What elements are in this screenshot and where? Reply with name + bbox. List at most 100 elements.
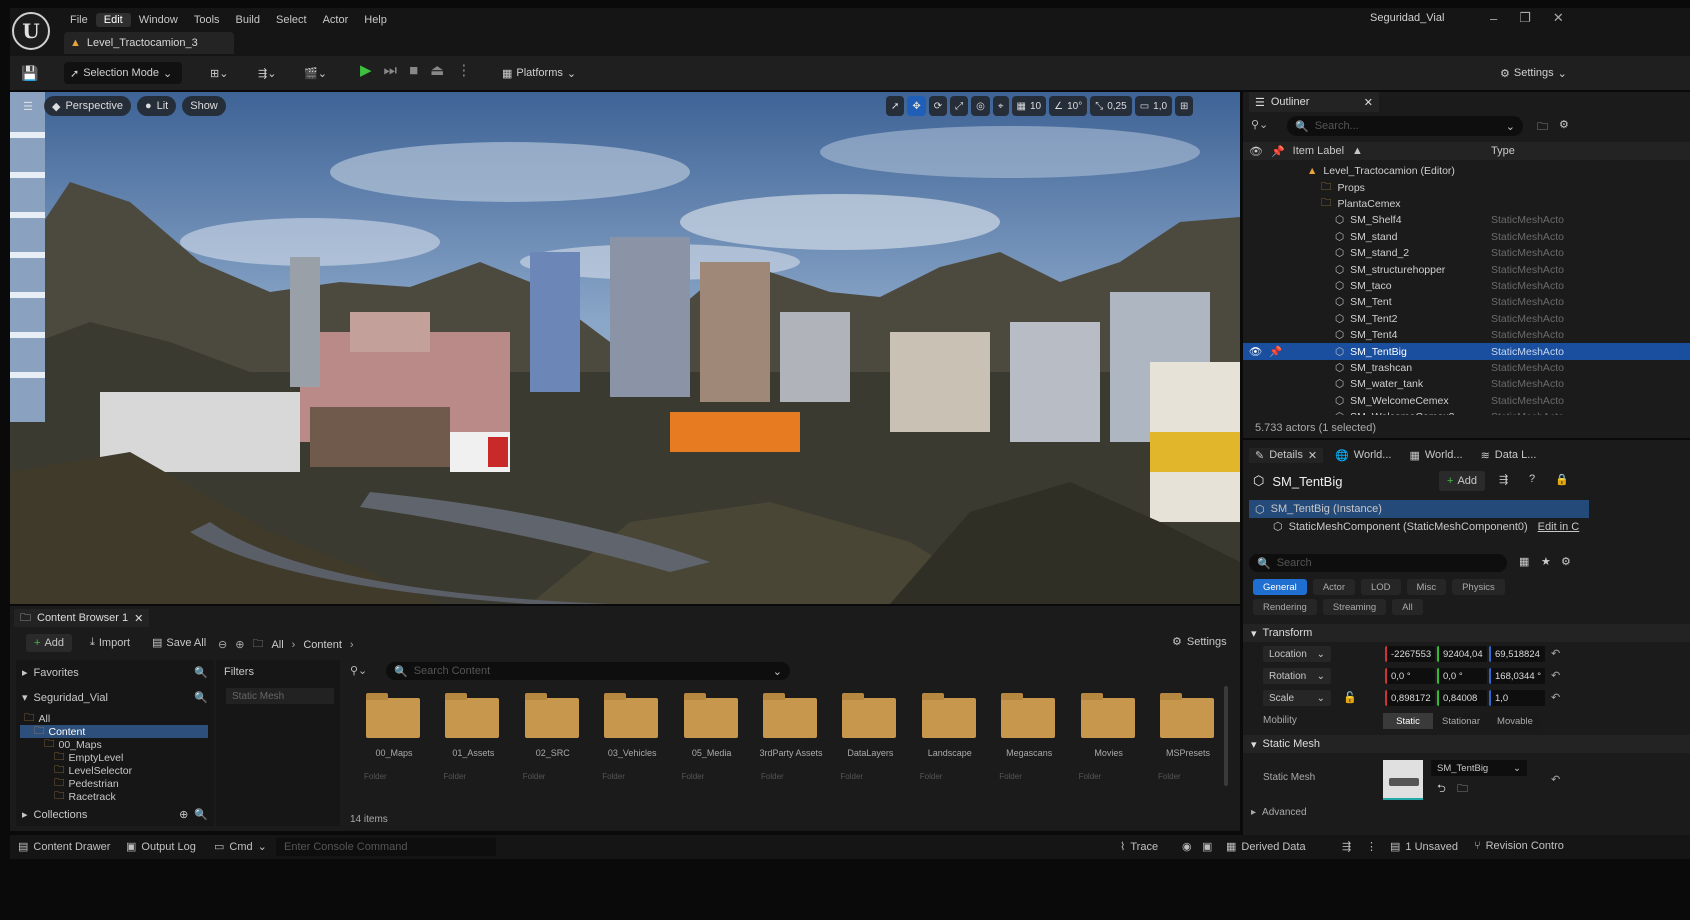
outliner-row[interactable]: ⬡ SM_water_tank StaticMeshActo [1243, 376, 1690, 392]
eject-icon[interactable]: ⏏ [430, 61, 444, 79]
scale-x-field[interactable]: 0,898172 [1385, 690, 1435, 706]
close-icon[interactable]: ✕ [1364, 96, 1373, 109]
folder-tree-item[interactable]: 🗀 EmptyLevel [20, 751, 208, 764]
category-rendering[interactable]: Rendering [1253, 599, 1317, 615]
cb-save-all-button[interactable]: ▤ Save All [152, 636, 206, 650]
asset-scrollbar[interactable] [1224, 686, 1228, 786]
outliner-row[interactable]: ⬡ SM_trashcan StaticMeshActo [1243, 360, 1690, 376]
asset-folder-tile[interactable]: 3rdParty Assets Folder [759, 692, 823, 792]
category-streaming[interactable]: Streaming [1322, 599, 1387, 615]
notification-icon[interactable]: ⇶ [1342, 840, 1351, 853]
folder-tree-item[interactable]: 🗀 Pedestrian [20, 777, 208, 790]
record-icon[interactable]: ◉ [1182, 840, 1192, 853]
blueprint-icon[interactable]: ⇶ [1499, 473, 1508, 486]
gear-icon[interactable]: ⚙ [1561, 555, 1571, 568]
breadcrumb-all[interactable]: All [271, 639, 283, 651]
close-icon[interactable]: ✕ [1308, 449, 1317, 462]
lock-icon[interactable]: 🔒 [1555, 473, 1569, 486]
static-mesh-header[interactable]: ▾ Static Mesh [1243, 735, 1690, 753]
hamburger-icon[interactable]: ☰ [18, 96, 38, 116]
component-row[interactable]: ⬡ StaticMeshComponent (StaticMeshCompone… [1273, 520, 1580, 534]
instance-row[interactable]: ⬡ SM_TentBig (Instance) [1249, 500, 1589, 518]
settings-button[interactable]: ⚙ Settings ⌄ [1494, 62, 1573, 84]
derived-data-button[interactable]: ▦ Derived Data [1226, 840, 1306, 854]
scale-dropdown[interactable]: Scale ⌄ [1263, 690, 1331, 706]
content-drawer-button[interactable]: ▤ Content Drawer [18, 840, 110, 854]
close-icon[interactable]: ✕ [1553, 10, 1564, 26]
outliner-tab[interactable]: ☰ Outliner ✕ [1249, 92, 1379, 112]
scale-z-field[interactable]: 1,0 [1489, 690, 1545, 706]
back-icon[interactable]: ⊖ [218, 638, 227, 651]
outliner-row[interactable]: ⬡ SM_Shelf4 StaticMeshActo [1243, 212, 1690, 228]
asset-folder-tile[interactable]: 01_Assets Folder [443, 692, 503, 792]
trace-button[interactable]: ⌇ Trace [1120, 840, 1158, 854]
outliner-row[interactable]: 🗀 Props [1243, 179, 1690, 195]
rotation-z-field[interactable]: 168,0344 ° [1489, 668, 1545, 684]
location-dropdown[interactable]: Location ⌄ [1263, 646, 1331, 662]
type-header[interactable]: Type [1491, 145, 1515, 157]
outliner-row[interactable]: ⬡ SM_WelcomeCemex2 StaticMeshActo [1243, 409, 1690, 415]
output-log-button[interactable]: ▣ Output Log [126, 840, 196, 854]
static-mesh-dropdown[interactable]: SM_TentBig ⌄ [1431, 760, 1527, 776]
cb-import-button[interactable]: ⤓ Import [90, 636, 130, 649]
item-label-header[interactable]: Item Label [1293, 145, 1344, 157]
search-icon[interactable]: 🔍 [194, 666, 208, 679]
mobility-stationary[interactable]: Stationar [1433, 713, 1489, 729]
show-button[interactable]: Show [182, 96, 226, 116]
menu-window[interactable]: Window [131, 13, 186, 27]
category-lod[interactable]: LOD [1361, 579, 1401, 595]
asset-filter-button[interactable]: ⚲⌄ [350, 664, 367, 677]
location-x-field[interactable]: -2267553 [1385, 646, 1435, 662]
gear-icon[interactable]: ⚙ [1559, 118, 1569, 131]
folder-tree-item[interactable]: 🗀 LevelSelector [20, 764, 208, 777]
favorites-header[interactable]: ▸ Favorites 🔍 [22, 666, 208, 680]
revision-control-button[interactable]: ⑂ Revision Contro [1474, 840, 1564, 852]
screenshot-icon[interactable]: ▣ [1202, 840, 1212, 853]
edit-in-cpp-link[interactable]: Edit in C [1538, 521, 1580, 533]
level-viewport[interactable]: ☰ ◆ Perspective ● Lit Show ➚ ✥ ⟳ ⤢ ◎ ⌖ ▦… [10, 92, 1240, 604]
reset-icon[interactable]: ↶ [1551, 669, 1560, 682]
category-actor[interactable]: Actor [1312, 579, 1355, 595]
asset-folder-tile[interactable]: Movies Folder [1079, 692, 1139, 792]
menu-build[interactable]: Build [228, 13, 268, 27]
level-tab[interactable]: ▲ Level_Tractocamion_3 [64, 32, 234, 54]
category-general[interactable]: General [1253, 579, 1307, 595]
blueprint-button[interactable]: ⇶⌄ [252, 62, 282, 84]
cmd-dropdown[interactable]: ▭ Cmd ⌄ [214, 840, 267, 854]
asset-folder-tile[interactable]: DataLayers Folder [840, 692, 900, 792]
platforms-button[interactable]: ▦ Platforms ⌄ [496, 62, 582, 84]
translate-tool[interactable]: ✥ [907, 96, 926, 116]
transform-header[interactable]: ▾ Transform [1243, 624, 1690, 642]
actor-name[interactable]: SM_TentBig [1272, 474, 1342, 489]
tab-world-partition[interactable]: ▦ World... [1403, 448, 1468, 463]
new-folder-icon[interactable]: 🗀 [1537, 118, 1548, 137]
location-y-field[interactable]: 92404,04 [1437, 646, 1487, 662]
star-icon[interactable]: ★ [1541, 555, 1551, 568]
cb-settings-button[interactable]: ⚙ Settings [1172, 635, 1227, 649]
rotation-x-field[interactable]: 0,0 ° [1385, 668, 1435, 684]
menu-select[interactable]: Select [268, 13, 315, 27]
lock-icon[interactable]: 🔓 [1343, 691, 1357, 704]
mesh-thumbnail[interactable] [1383, 760, 1423, 800]
menu-help[interactable]: Help [356, 13, 395, 27]
scale-y-field[interactable]: 0,84008 [1437, 690, 1487, 706]
add-actor-button[interactable]: ⊞⌄ [204, 62, 234, 84]
cb-add-button[interactable]: + Add [26, 634, 73, 652]
category-misc[interactable]: Misc [1406, 579, 1447, 595]
menu-tools[interactable]: Tools [186, 13, 228, 27]
folder-tree-item[interactable]: 🗀 Racetrack [20, 790, 208, 803]
eye-icon[interactable]: 👁 [1249, 345, 1262, 358]
browse-icon[interactable]: 🗀 [1457, 780, 1468, 799]
asset-folder-tile[interactable]: 03_Vehicles Folder [602, 692, 662, 792]
outliner-row[interactable]: ▲ Level_Tractocamion (Editor) [1243, 163, 1690, 179]
asset-folder-tile[interactable]: 05_Media Folder [682, 692, 742, 792]
coordinate-space-toggle[interactable]: ◎ [971, 96, 990, 116]
help-icon[interactable]: ? [1529, 473, 1535, 485]
mobility-static[interactable]: Static [1383, 713, 1433, 729]
outliner-search[interactable]: 🔍 Search... ⌄ [1287, 116, 1523, 136]
pin-icon[interactable]: 📌 [1269, 345, 1282, 358]
outliner-row[interactable]: ⬡ SM_Tent4 StaticMeshActo [1243, 327, 1690, 343]
menu-file[interactable]: File [62, 13, 96, 27]
rotation-snap-button[interactable]: ∠ 10° [1049, 96, 1088, 116]
folder-tree-item[interactable]: 🗀 All [20, 712, 208, 725]
